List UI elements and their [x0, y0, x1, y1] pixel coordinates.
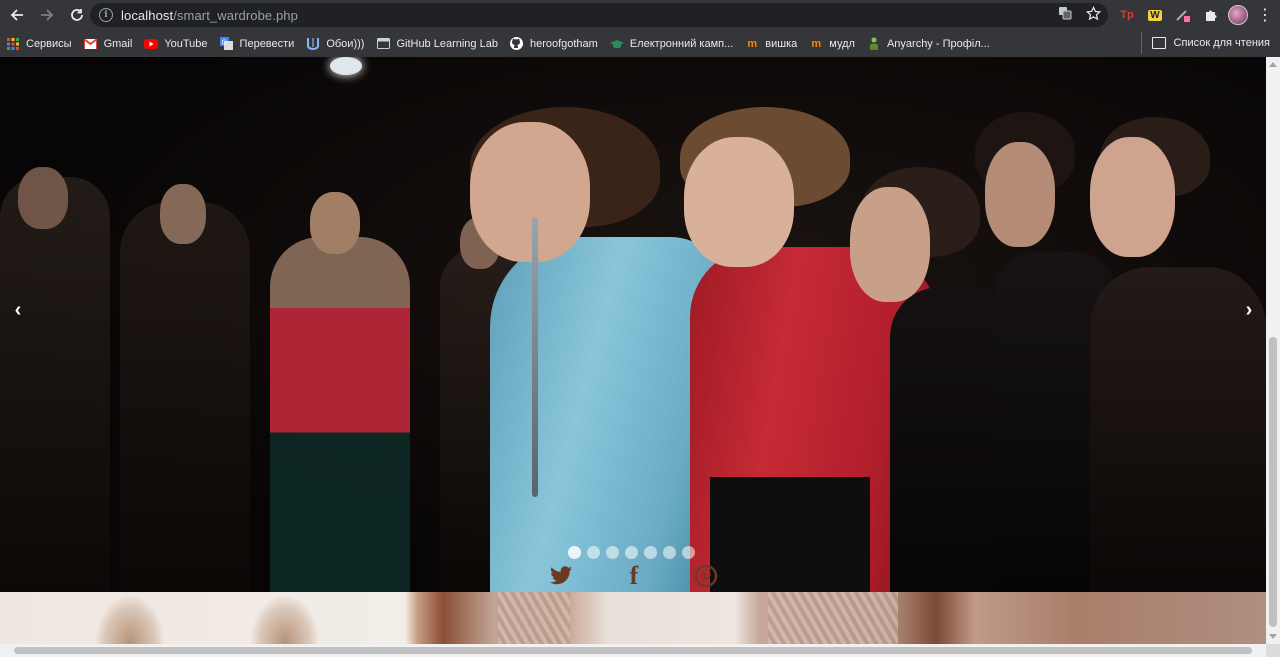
carousel-indicator[interactable] — [568, 546, 581, 559]
horizontal-scroll-thumb[interactable] — [14, 647, 1252, 654]
vertical-scroll-thumb[interactable] — [1269, 337, 1277, 627]
w-extension-icon[interactable]: W — [1144, 4, 1166, 26]
pinterest-link[interactable] — [693, 563, 719, 589]
carousel-slide-image: ‹ › — [0, 57, 1266, 592]
bookmark-label: Електронний камп... — [629, 37, 734, 50]
bookmark-electronic-campus[interactable]: Електронний камп... — [604, 33, 739, 55]
pampas-grass-decor — [95, 594, 165, 644]
model-figure — [270, 192, 410, 592]
graduation-cap-icon — [609, 37, 624, 51]
stage-light — [330, 57, 362, 75]
bookmark-label: YouTube — [164, 37, 208, 50]
apps-grid-icon — [6, 37, 20, 51]
gmail-icon — [84, 37, 98, 51]
forward-button[interactable] — [34, 2, 60, 28]
twitter-link[interactable] — [548, 563, 574, 589]
bookmark-github-lab[interactable]: GitHub Learning Lab — [370, 33, 504, 55]
reload-icon — [71, 9, 83, 21]
moodle-icon: m — [811, 37, 822, 50]
facebook-icon: f — [629, 561, 639, 590]
reading-list-button[interactable]: Список для чтения — [1140, 32, 1270, 54]
extensions-puzzle-icon[interactable] — [1200, 4, 1222, 26]
bookmark-label: GitHub Learning Lab — [396, 37, 498, 50]
bookmark-vyshka[interactable]: m вишка — [739, 33, 803, 55]
carousel-indicator[interactable] — [663, 546, 676, 559]
url-host: localhost — [121, 7, 174, 23]
knit-texture-decor — [498, 592, 570, 644]
bookmark-translate[interactable]: G Перевести — [214, 33, 301, 55]
bookmark-moodle[interactable]: m мудл — [803, 33, 861, 55]
github-lab-icon — [376, 37, 390, 51]
twitter-icon — [550, 566, 572, 585]
translate-page-icon[interactable] — [1056, 6, 1074, 24]
footer-band-image — [0, 592, 1266, 644]
reload-button[interactable] — [64, 2, 90, 28]
pampas-grass-decor — [250, 594, 320, 644]
bookmark-services[interactable]: Сервисы — [0, 33, 78, 55]
bookmark-label: вишка — [765, 37, 798, 50]
forward-arrow-icon — [41, 9, 54, 21]
back-button[interactable] — [4, 2, 30, 28]
carousel-indicator[interactable] — [644, 546, 657, 559]
profile-avatar[interactable] — [1228, 5, 1248, 25]
url-text[interactable]: localhost/smart_wardrobe.php — [121, 8, 298, 23]
facebook-link[interactable]: f — [621, 561, 647, 590]
back-arrow-icon — [10, 9, 23, 21]
svg-text:G: G — [222, 39, 227, 47]
youtube-icon — [144, 37, 159, 51]
moodle-icon: m — [747, 37, 758, 50]
vertical-scrollbar[interactable] — [1266, 57, 1280, 644]
bookmark-label: мудл — [829, 37, 855, 50]
bookmark-label: Перевести — [239, 37, 295, 50]
browser-menu-icon[interactable]: ⋮ — [1254, 5, 1276, 25]
model-figure — [1080, 117, 1266, 592]
bookmark-youtube[interactable]: YouTube — [138, 33, 213, 55]
bookmark-label: Обои))) — [326, 37, 365, 50]
scroll-down-arrow-icon[interactable] — [1269, 634, 1277, 639]
tp-extension-icon[interactable]: Tp — [1116, 4, 1138, 26]
bookmark-label: Сервисы — [26, 37, 72, 50]
github-icon — [510, 37, 524, 51]
carousel-indicator[interactable] — [606, 546, 619, 559]
carousel-indicator[interactable] — [682, 546, 695, 559]
google-translate-icon: G — [220, 37, 234, 51]
carousel-prev-button[interactable]: ‹ — [3, 295, 33, 325]
scroll-corner — [1266, 644, 1280, 657]
reading-list-icon — [1151, 37, 1166, 49]
bookmark-label: Anyarchy - Профіл... — [886, 37, 990, 50]
reading-list-label: Список для чтения — [1173, 37, 1270, 49]
carousel-indicator[interactable] — [587, 546, 600, 559]
site-info-icon[interactable]: i — [99, 8, 113, 22]
url-path: /smart_wardrobe.php — [173, 7, 298, 23]
horizontal-scrollbar[interactable] — [0, 644, 1266, 657]
model-figure — [0, 167, 110, 592]
bookmark-label: heroofgotham — [529, 37, 598, 50]
bookmark-heroofgotham[interactable]: heroofgotham — [504, 33, 604, 55]
carousel-indicator[interactable] — [625, 546, 638, 559]
carousel-next-button[interactable]: › — [1234, 295, 1264, 325]
wallpaper-icon — [306, 37, 320, 51]
model-figure — [120, 184, 250, 592]
bookmarks-bar: Сервисы Gmail YouTube G Перевести Обои))… — [0, 30, 1280, 57]
scroll-up-arrow-icon[interactable] — [1269, 62, 1277, 67]
pinterest-icon — [694, 564, 718, 588]
knit-texture-decor — [768, 592, 898, 644]
carousel-indicators — [568, 546, 695, 559]
browser-toolbar: i localhost/smart_wardrobe.php Tp W ⋮ — [0, 0, 1280, 30]
pen-extension-icon[interactable] — [1172, 4, 1194, 26]
bookmark-label: Gmail — [103, 37, 133, 50]
bookmark-gmail[interactable]: Gmail — [78, 33, 139, 55]
address-bar[interactable]: i localhost/smart_wardrobe.php — [90, 3, 1108, 27]
bookmark-anyarchy[interactable]: Anyarchy - Профіл... — [861, 33, 996, 55]
bookmark-star-icon[interactable] — [1084, 5, 1102, 24]
bookmark-wallpapers[interactable]: Обои))) — [300, 33, 370, 55]
person-icon — [867, 37, 881, 51]
